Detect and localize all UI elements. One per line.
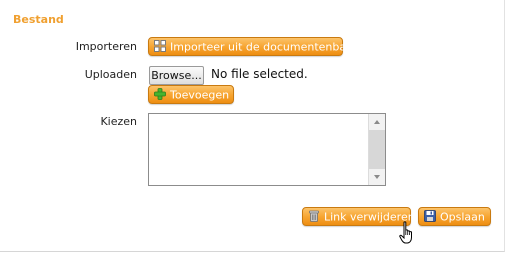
bestand-panel: Bestand Importeren Importeer uit de docu… <box>0 0 505 252</box>
upload-label: Uploaden <box>84 68 137 81</box>
file-status-text: No file selected. <box>211 67 308 81</box>
choose-listbox[interactable] <box>148 113 386 186</box>
trash-icon <box>309 210 319 222</box>
import-button-label: Importeer uit de documentenbank... <box>170 40 370 54</box>
delete-link-button[interactable]: Link verwijderen <box>302 207 415 226</box>
choose-label: Kiezen <box>100 115 137 128</box>
floppy-disk-icon <box>424 210 436 222</box>
import-label: Importeren <box>75 40 137 53</box>
listbox-scrollbar[interactable] <box>368 114 385 185</box>
section-title: Bestand <box>13 13 64 26</box>
scroll-up-button[interactable] <box>369 114 385 130</box>
add-button-label: Toevoegen <box>170 88 230 102</box>
import-from-document-bank-button[interactable]: Importeer uit de documentenbank... <box>148 37 370 56</box>
arrow-down-icon <box>374 175 380 179</box>
save-button[interactable]: Opslaan <box>418 207 491 226</box>
grid-icon <box>154 40 166 52</box>
browse-button[interactable]: Browse... <box>149 66 204 85</box>
scroll-track[interactable] <box>369 130 385 169</box>
add-button[interactable]: Toevoegen <box>148 85 234 104</box>
scroll-down-button[interactable] <box>369 169 385 185</box>
plus-icon <box>154 88 166 100</box>
arrow-up-icon <box>374 120 380 124</box>
hand-pointer-cursor-icon <box>399 221 412 244</box>
save-button-label: Opslaan <box>440 210 485 224</box>
